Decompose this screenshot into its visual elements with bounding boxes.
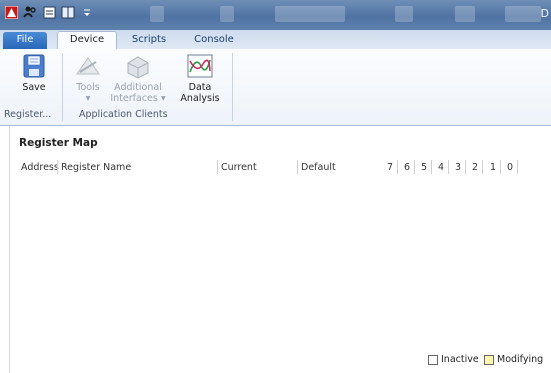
chart-icon (185, 53, 215, 79)
column-separator (431, 160, 432, 174)
panel-border (9, 126, 10, 373)
modifying-swatch (484, 354, 494, 365)
column-separator (57, 160, 58, 174)
tab-scripts[interactable]: Scripts (124, 32, 174, 49)
blurred-region (220, 6, 234, 22)
book-icon[interactable] (61, 5, 75, 19)
column-separator (465, 160, 466, 174)
additional-interfaces-label-2: Interfaces ▾ (110, 93, 166, 104)
tools-dropdown-arrow: ▾ (85, 93, 91, 104)
legend-modifying: Modifying (484, 354, 543, 365)
column-default[interactable]: Default (301, 162, 336, 173)
column-register-name[interactable]: Register Name (61, 162, 131, 173)
column-bit[interactable]: 5 (421, 162, 427, 173)
column-separator (482, 160, 483, 174)
data-analysis-label-2: Analysis (180, 93, 220, 104)
column-bit[interactable]: 4 (438, 162, 444, 173)
column-bit[interactable]: 6 (404, 162, 410, 173)
column-bit[interactable]: 7 (387, 162, 393, 173)
column-bit[interactable]: 1 (490, 162, 496, 173)
users-icon[interactable] (23, 5, 37, 19)
additional-interfaces-label: Additional (114, 82, 162, 93)
ribbon: Save Tools ▾ Additional Interfaces ▾ Dat… (0, 49, 551, 126)
register-map-heading: Register Map (19, 137, 98, 149)
tools-icon (73, 53, 103, 79)
column-separator (517, 160, 518, 174)
document-icon[interactable] (42, 5, 56, 19)
column-separator (414, 160, 415, 174)
tools-button[interactable]: Tools ▾ (66, 53, 110, 104)
column-current[interactable]: Current (221, 162, 257, 173)
blurred-region (395, 6, 413, 22)
blurred-region (275, 6, 345, 22)
blurred-region (150, 6, 164, 22)
column-bit[interactable]: 2 (472, 162, 478, 173)
tools-label: Tools (76, 82, 100, 93)
window-title: D (540, 7, 549, 20)
inactive-label: Inactive (441, 354, 479, 365)
ribbon-tab-strip: File Device Scripts Console (0, 30, 551, 51)
quick-access-toolbar (4, 5, 94, 19)
group-label-application-clients: Application Clients (79, 109, 168, 120)
blurred-region (505, 6, 541, 22)
save-label: Save (22, 82, 46, 93)
app-logo-icon (4, 5, 18, 19)
legend-inactive: Inactive (428, 354, 479, 365)
column-bit[interactable]: 0 (507, 162, 513, 173)
group-separator (62, 53, 63, 121)
tab-console[interactable]: Console (186, 32, 242, 49)
data-analysis-button[interactable]: Data Analysis (176, 53, 224, 104)
column-address[interactable]: Address (21, 162, 59, 173)
modifying-label: Modifying (497, 354, 544, 365)
interfaces-icon (123, 53, 153, 79)
title-bar: D (0, 0, 551, 30)
data-analysis-label: Data (188, 82, 212, 93)
inactive-swatch (428, 354, 438, 365)
register-map-panel: Register Map Address Register Name Curre… (0, 126, 551, 373)
column-separator (448, 160, 449, 174)
column-separator (297, 160, 298, 174)
tab-file[interactable]: File (3, 32, 47, 49)
group-separator (232, 53, 233, 121)
group-label-register: Register... (4, 109, 52, 120)
column-bit[interactable]: 3 (455, 162, 461, 173)
customize-toolbar-icon[interactable] (80, 5, 94, 19)
save-icon (19, 53, 49, 79)
tab-device[interactable]: Device (57, 31, 117, 51)
blurred-region (455, 6, 475, 22)
column-separator (217, 160, 218, 174)
save-button[interactable]: Save (14, 53, 54, 93)
column-separator (397, 160, 398, 174)
column-separator (500, 160, 501, 174)
additional-interfaces-button[interactable]: Additional Interfaces ▾ (108, 53, 168, 104)
